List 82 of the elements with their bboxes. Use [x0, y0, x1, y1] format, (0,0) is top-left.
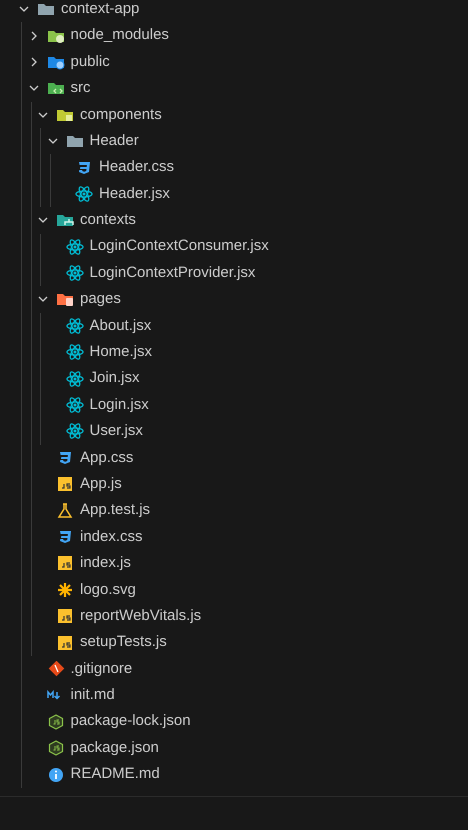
file-item[interactable]: Header.jsx: [0, 180, 468, 208]
file-name: App.js: [80, 474, 122, 494]
folder-item[interactable]: Header: [0, 128, 468, 154]
file-item[interactable]: init.md: [0, 682, 468, 709]
file-name: Home.jsx: [90, 342, 152, 362]
file-name: Header.css: [99, 157, 174, 178]
file-name: reportWebVitals.js: [80, 606, 202, 626]
hexagon-icon: [46, 714, 64, 730]
file-item[interactable]: package-lock.json: [0, 708, 468, 735]
file-item[interactable]: README.md: [0, 761, 468, 788]
file-item[interactable]: index.css: [0, 524, 468, 550]
file-item[interactable]: Join.jsx: [0, 365, 468, 392]
file-item[interactable]: reportWebVitals.js: [0, 602, 468, 630]
file-name: Header.jsx: [99, 184, 170, 204]
atom-icon: [66, 370, 84, 387]
hexagon-icon: [46, 740, 64, 756]
file-item[interactable]: Home.jsx: [0, 339, 468, 366]
folder-name: pages: [80, 289, 121, 310]
folder-icon: [56, 291, 74, 308]
info-icon: [46, 766, 64, 783]
file-item[interactable]: App.css: [0, 444, 468, 472]
folder-item[interactable]: contexts: [0, 207, 468, 234]
js-icon: [56, 555, 74, 572]
file-name: LoginContextConsumer.jsx: [90, 236, 269, 256]
file-name: logo.svg: [80, 580, 136, 600]
folder-item[interactable]: components: [0, 102, 468, 128]
file-name: App.css: [80, 448, 134, 468]
js-icon: [56, 608, 74, 624]
file-name: .gitignore: [70, 658, 132, 679]
file-item[interactable]: App.js: [0, 471, 468, 498]
file-name: App.test.js: [80, 500, 150, 520]
file-item[interactable]: .gitignore: [0, 656, 468, 682]
file-name: Join.jsx: [90, 368, 140, 388]
atom-icon: [66, 265, 84, 282]
folder-name: public: [70, 52, 110, 72]
file-item[interactable]: logo.svg: [0, 576, 468, 603]
file-name: index.js: [80, 553, 131, 574]
atom-icon: [66, 344, 84, 360]
folder-item[interactable]: node_modules: [0, 22, 468, 49]
folder-item[interactable]: src: [0, 75, 468, 102]
folder-name: Header: [90, 130, 139, 151]
atom-icon: [66, 238, 84, 255]
folder-icon: [66, 133, 84, 150]
js-icon: [56, 634, 74, 651]
file-name: setupTests.js: [80, 632, 167, 652]
file-name: README.md: [70, 764, 160, 784]
atom-icon: [66, 423, 84, 440]
file-item[interactable]: index.js: [0, 550, 468, 577]
folder-icon: [37, 1, 55, 18]
file-item[interactable]: LoginContextConsumer.jsx: [0, 234, 468, 260]
file-item[interactable]: setupTests.js: [0, 629, 468, 656]
file-name: init.md: [70, 685, 115, 706]
file-name: package-lock.json: [70, 711, 191, 732]
atom-icon: [75, 186, 93, 202]
folder-name: contexts: [80, 210, 136, 230]
folder-icon: [56, 212, 74, 228]
file-item[interactable]: About.jsx: [0, 312, 468, 340]
folder-name: src: [70, 78, 90, 98]
file-name: index.css: [80, 526, 143, 547]
file-item[interactable]: LoginContextProvider.jsx: [0, 260, 468, 286]
file-item[interactable]: Header.css: [0, 154, 468, 181]
folder-item[interactable]: public: [0, 48, 468, 76]
folder-icon: [46, 80, 64, 96]
atom-icon: [66, 318, 84, 334]
file-item[interactable]: App.test.js: [0, 497, 468, 524]
flask-icon: [56, 502, 74, 519]
atom-icon: [66, 397, 84, 414]
file-name: package.json: [70, 738, 159, 758]
file-name: Login.jsx: [90, 394, 149, 415]
file-name: User.jsx: [90, 421, 143, 442]
file-name: About.jsx: [90, 316, 152, 336]
file-item[interactable]: User.jsx: [0, 418, 468, 445]
file-item[interactable]: package.json: [0, 734, 468, 762]
asterisk-icon: [56, 582, 74, 598]
folder-name: context-app: [61, 0, 140, 19]
folder-name: components: [80, 104, 162, 124]
folder-name: node_modules: [70, 25, 169, 46]
folder-item[interactable]: pages: [0, 286, 468, 313]
js-icon: [56, 476, 74, 492]
file-name: LoginContextProvider.jsx: [90, 262, 256, 283]
file-item[interactable]: Login.jsx: [0, 392, 468, 418]
folder-item[interactable]: context-app: [0, 0, 468, 22]
